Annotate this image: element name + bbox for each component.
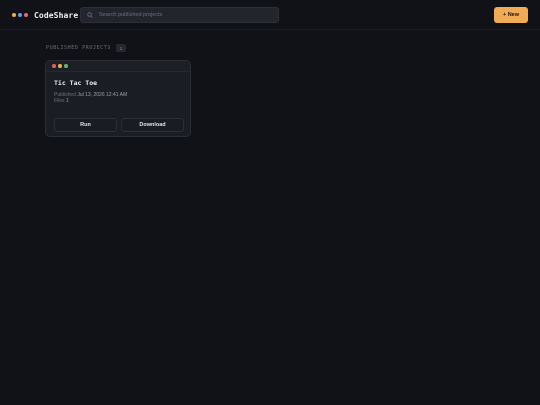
window-dot-green-icon: [64, 64, 68, 68]
brand[interactable]: CodeShare: [12, 8, 78, 22]
search-input[interactable]: [99, 9, 278, 21]
project-title: Tic Tac Toe: [54, 79, 98, 87]
card-window-bar: [46, 61, 190, 72]
search-box[interactable]: [80, 7, 279, 23]
section-header: PUBLISHED PROJECTS 1: [46, 44, 126, 52]
files-label: Files: [54, 98, 65, 104]
window-dot-yellow-icon: [58, 64, 62, 68]
brand-dot-blue: [18, 13, 22, 17]
brand-logo-icon: [12, 13, 28, 17]
section-title: PUBLISHED PROJECTS: [46, 45, 111, 51]
published-date: Jul 13, 2026 12:41 AM: [77, 92, 128, 98]
window-dot-red-icon: [52, 64, 56, 68]
project-card[interactable]: Tic Tac Toe Published Jul 13, 2026 12:41…: [45, 60, 191, 137]
new-project-button[interactable]: + New: [494, 7, 528, 23]
brand-dot-pink: [24, 13, 28, 17]
files-count: 1: [65, 98, 69, 104]
project-count-badge: 1: [116, 44, 126, 52]
brand-name: CodeShare: [34, 10, 79, 20]
top-bar: CodeShare + New: [0, 0, 540, 30]
files-meta: Files 1: [54, 98, 182, 104]
card-body: Tic Tac Toe Published Jul 13, 2026 12:41…: [46, 72, 190, 104]
card-actions: Run Download: [54, 118, 184, 132]
brand-dot-orange: [12, 13, 16, 17]
search-icon: [87, 12, 93, 18]
download-button[interactable]: Download: [121, 118, 184, 132]
run-button[interactable]: Run: [54, 118, 117, 132]
